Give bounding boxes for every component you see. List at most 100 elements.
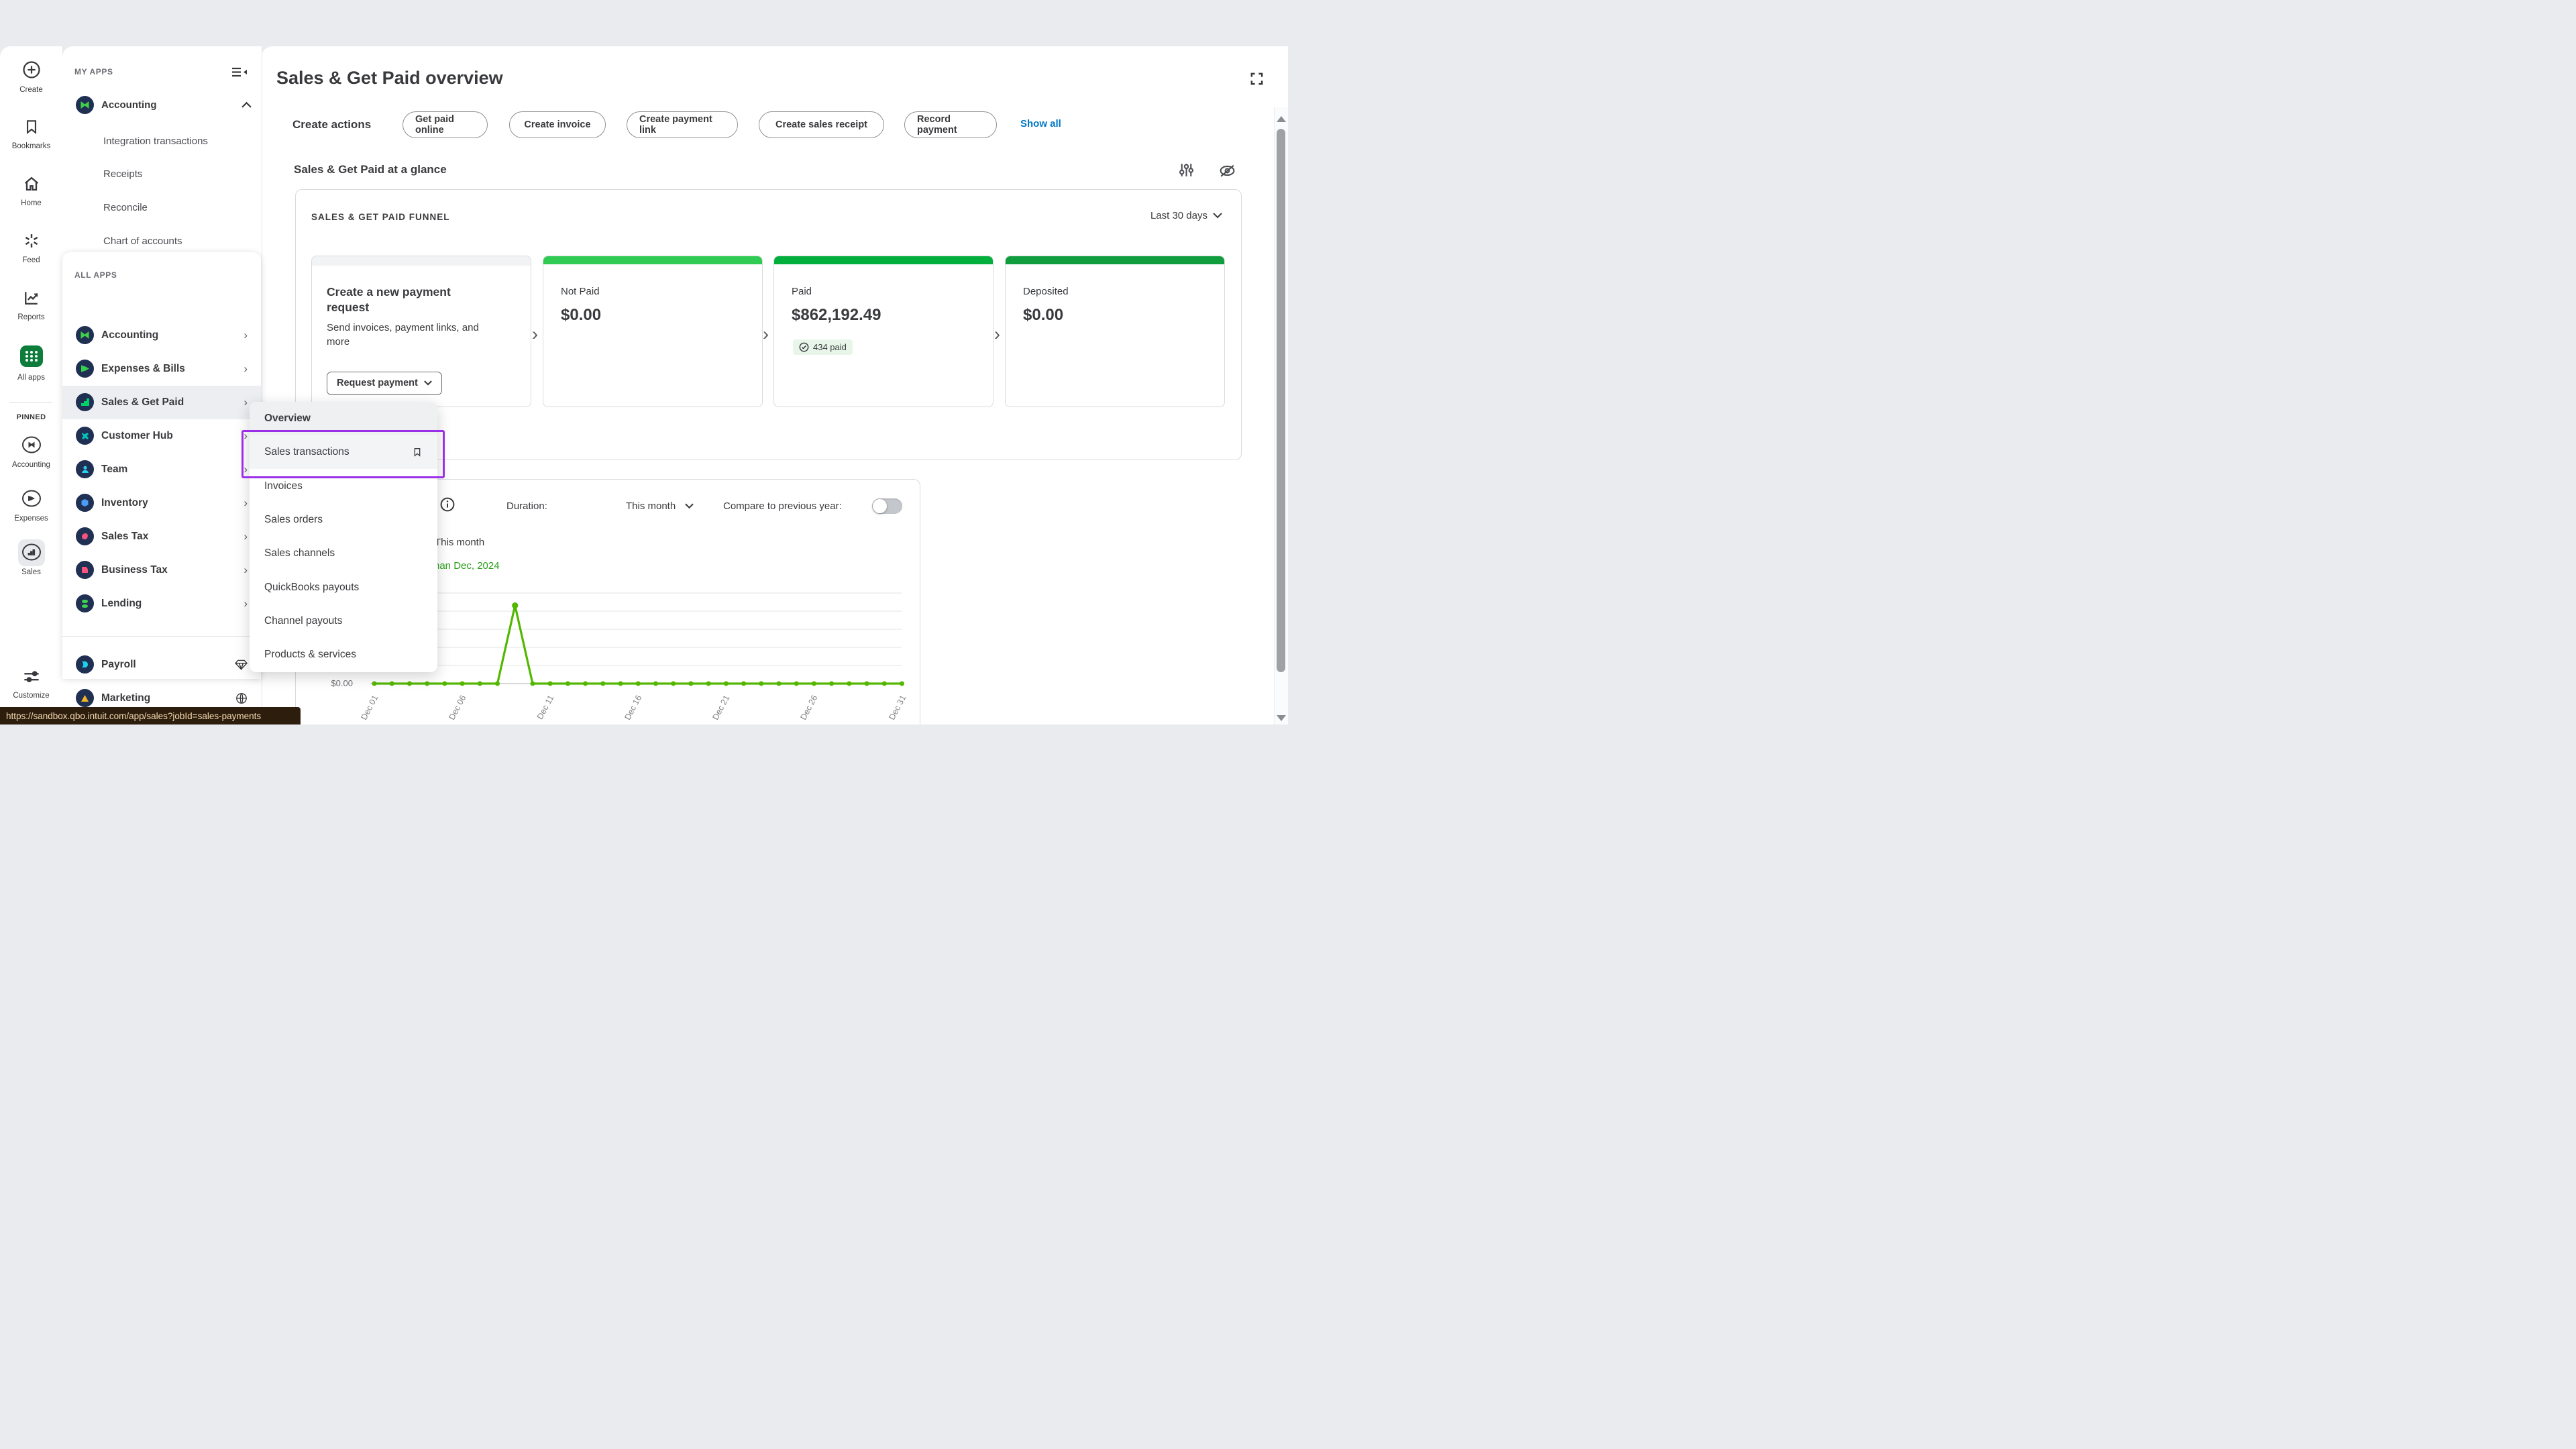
rail-item-reports[interactable]: Reports: [0, 288, 62, 321]
item-label: QuickBooks payouts: [264, 582, 359, 594]
rail-item-pinned-sales[interactable]: Sales: [0, 542, 62, 576]
expenses-circle-icon: [21, 488, 42, 508]
payroll-app-icon: [76, 655, 94, 674]
inventory-app-icon: [76, 494, 94, 512]
create-sales-receipt-button[interactable]: Create sales receipt: [759, 111, 884, 138]
rail-item-pinned-expenses[interactable]: Expenses: [0, 488, 62, 523]
my-apps-item-chart-of-accounts[interactable]: Chart of accounts: [103, 227, 182, 254]
status-url-text: https://sandbox.qbo.intuit.com/app/sales…: [6, 711, 261, 721]
deposited-label: Deposited: [1023, 286, 1069, 297]
scrollbar-down-arrow[interactable]: [1277, 715, 1286, 721]
rail-item-bookmarks[interactable]: Bookmarks: [0, 117, 62, 150]
submenu-item-sales-orders[interactable]: Sales orders: [250, 503, 437, 537]
get-paid-online-button[interactable]: Get paid online: [402, 111, 488, 138]
submenu-item-products-services[interactable]: Products & services: [250, 638, 437, 672]
sales-app-icon: [76, 393, 94, 411]
sales-get-paid-submenu: Overview Sales transactions Invoices Sal…: [250, 402, 437, 672]
request-payment-button[interactable]: Request payment: [327, 372, 442, 395]
rail-label: Customize: [0, 692, 62, 700]
item-label: Chart of accounts: [103, 235, 182, 247]
paid-count-text: 434 paid: [813, 342, 847, 352]
deposited-card[interactable]: Deposited $0.00: [1005, 256, 1225, 407]
info-icon[interactable]: [439, 496, 455, 513]
create-invoice-button[interactable]: Create invoice: [509, 111, 606, 138]
my-apps-title: MY APPS: [74, 67, 113, 76]
chevron-right-icon: ›: [244, 430, 248, 441]
submenu-item-sales-channels[interactable]: Sales channels: [250, 537, 437, 570]
sliders-horizontal-icon: [21, 668, 42, 686]
sales-circle-icon: [21, 542, 42, 562]
hide-eye-off-icon[interactable]: [1218, 162, 1236, 179]
all-apps-item-sales-tax[interactable]: Sales Tax ›: [62, 520, 261, 553]
item-label: Reconcile: [103, 202, 148, 213]
cta-title: Create a new payment request: [327, 284, 488, 316]
my-apps-item-receipts[interactable]: Receipts: [103, 160, 142, 187]
item-label: Sales channels: [264, 547, 335, 559]
plus-circle-icon: [21, 60, 42, 80]
paid-label: Paid: [792, 286, 812, 297]
all-apps-item-inventory[interactable]: Inventory ›: [62, 486, 261, 520]
compare-toggle[interactable]: [872, 498, 902, 514]
item-label: Receipts: [103, 168, 142, 180]
chevron-down-icon: [424, 380, 432, 386]
business-tax-app-icon: [76, 561, 94, 579]
funnel-range-dropdown[interactable]: Last 30 days: [1150, 210, 1222, 221]
rail-item-pinned-accounting[interactable]: Accounting: [0, 435, 62, 469]
all-apps-item-lending[interactable]: Lending ›: [62, 587, 261, 621]
all-apps-title: ALL APPS: [74, 270, 117, 280]
paid-card[interactable]: Paid $862,192.49 434 paid: [773, 256, 994, 407]
submenu-item-quickbooks-payouts[interactable]: QuickBooks payouts: [250, 571, 437, 604]
item-label: Lending: [101, 598, 244, 610]
sales-tax-app-icon: [76, 527, 94, 545]
home-icon: [22, 174, 41, 193]
item-label: Payroll: [101, 659, 235, 671]
rail-item-feed[interactable]: Feed: [0, 231, 62, 264]
submenu-item-overview[interactable]: Overview: [250, 402, 437, 435]
filter-sliders-icon[interactable]: [1178, 162, 1195, 178]
chevron-down-icon: [1213, 213, 1222, 219]
submenu-item-sales-transactions[interactable]: Sales transactions: [250, 435, 437, 469]
chevron-right-icon: ›: [244, 363, 248, 374]
submenu-item-channel-payouts[interactable]: Channel payouts: [250, 604, 437, 638]
all-apps-item-expenses-bills[interactable]: Expenses & Bills ›: [62, 352, 261, 386]
all-apps-item-sales-get-paid[interactable]: Sales & Get Paid ›: [62, 386, 261, 419]
all-apps-item-business-tax[interactable]: Business Tax ›: [62, 553, 261, 587]
period-label: This month: [435, 537, 484, 548]
scrollbar-up-arrow[interactable]: [1277, 116, 1286, 122]
record-payment-button[interactable]: Record payment: [904, 111, 997, 138]
rail-item-create[interactable]: Create: [0, 60, 62, 94]
rail-label: Expenses: [0, 515, 62, 523]
all-apps-item-payroll[interactable]: Payroll: [62, 648, 261, 682]
item-label: Sales Tax: [101, 531, 244, 543]
show-all-link[interactable]: Show all: [1020, 118, 1061, 129]
duration-dropdown[interactable]: This month: [626, 500, 694, 512]
all-apps-item-customer-hub[interactable]: Customer Hub ›: [62, 419, 261, 453]
all-apps-divider: [62, 636, 261, 637]
accounting-app-icon: [76, 326, 94, 344]
check-circle-icon: [799, 342, 809, 352]
request-payment-label: Request payment: [337, 378, 418, 388]
chevron-right-icon: ›: [244, 531, 248, 542]
not-paid-card[interactable]: Not Paid $0.00: [543, 256, 763, 407]
rail-item-all-apps[interactable]: All apps: [0, 345, 62, 382]
my-apps-item-reconcile[interactable]: Reconcile: [103, 194, 148, 221]
create-payment-link-button[interactable]: Create payment link: [627, 111, 738, 138]
deposited-bar: [1006, 256, 1224, 264]
lending-app-icon: [76, 594, 94, 612]
bookmark-icon: [23, 117, 40, 136]
my-apps-item-integration-transactions[interactable]: Integration transactions: [103, 127, 208, 154]
fullscreen-icon[interactable]: [1249, 71, 1265, 87]
app-window: Sales & Get Paid overview Create actions…: [0, 0, 1288, 724]
all-apps-item-accounting[interactable]: Accounting ›: [62, 319, 261, 352]
rail-item-customize[interactable]: Customize: [0, 668, 62, 700]
item-label: Inventory: [101, 497, 244, 509]
all-apps-item-team[interactable]: Team ›: [62, 453, 261, 486]
scrollbar-thumb[interactable]: [1277, 129, 1285, 672]
bookmark-icon[interactable]: [412, 446, 423, 458]
my-apps-group-accounting[interactable]: Accounting: [76, 91, 252, 118]
chevron-right-icon: ›: [244, 564, 248, 576]
collapse-panel-icon[interactable]: [231, 66, 248, 79]
submenu-item-invoices[interactable]: Invoices: [250, 470, 437, 503]
rail-label: Create: [0, 86, 62, 94]
rail-item-home[interactable]: Home: [0, 174, 62, 207]
